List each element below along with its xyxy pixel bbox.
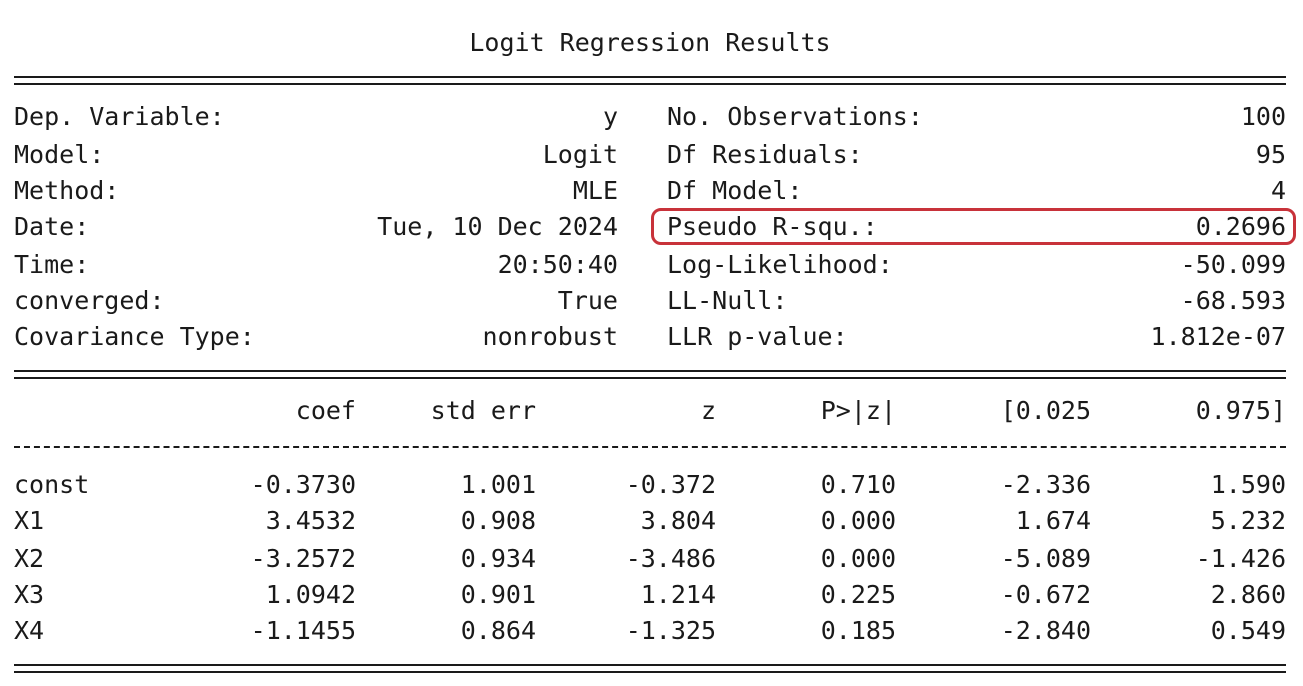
coef-value: -1.426 [1195,544,1286,573]
coef-value: 0.710 [820,470,896,499]
coef-header: std err [430,396,536,425]
info-left-label: converged: [14,286,165,315]
info-left-label: Method: [14,176,120,205]
pseudo-r-squared-highlight [651,208,1296,245]
info-right-value: -68.593 [1180,286,1286,315]
coef-header: P>|z| [820,396,896,425]
coef-value: 3.804 [640,506,716,535]
coef-header: coef [295,396,356,425]
info-left-value: 20:50:40 [497,250,618,279]
coef-header: z [700,396,716,425]
info-left-label: Covariance Type: [14,322,255,351]
info-right-label: Df Residuals: [667,140,863,169]
info-left-value: y [602,102,618,131]
info-left-value: Logit [542,140,618,169]
coef-value: -2.336 [1000,470,1091,499]
coef-value: -0.372 [625,470,716,499]
dashed-rule [14,446,1286,448]
coef-value: 0.000 [820,506,896,535]
info-left-label: Time: [14,250,90,279]
info-right-value: 1.812e-07 [1150,322,1286,351]
info-right-label: Log-Likelihood: [667,250,893,279]
double-rule-bottom [14,664,1286,673]
variable-name: const [14,470,90,499]
info-left-label: Model: [14,140,105,169]
double-rule-middle [14,370,1286,379]
coef-value: 0.934 [460,544,536,573]
info-left-label: Dep. Variable: [14,102,225,131]
info-right-label: LLR p-value: [667,322,848,351]
coef-value: 5.232 [1210,506,1286,535]
coef-value: -1.325 [625,616,716,645]
coef-value: 1.001 [460,470,536,499]
variable-name: X4 [14,616,45,645]
coef-value: 0.225 [820,580,896,609]
coef-value: 0.549 [1210,616,1286,645]
coef-value: -1.1455 [250,616,356,645]
info-right-label: LL-Null: [667,286,788,315]
coef-value: 3.4532 [265,506,356,535]
double-rule-top [14,76,1286,85]
coef-value: 1.0942 [265,580,356,609]
info-right-value: 100 [1240,102,1286,131]
coef-value: 0.864 [460,616,536,645]
info-left-value: nonrobust [482,322,618,351]
info-left-label: Date: [14,212,90,241]
info-right-label: No. Observations: [667,102,923,131]
coef-value: 1.674 [1015,506,1091,535]
info-left-value: MLE [572,176,618,205]
info-right-label: Df Model: [667,176,803,205]
coef-value: -2.840 [1000,616,1091,645]
results-title: Logit Regression Results [469,28,831,57]
coef-value: 0.901 [460,580,536,609]
coef-header: [0.025 [1000,396,1091,425]
coef-value: -0.3730 [250,470,356,499]
variable-name: X1 [14,506,45,535]
coef-value: 0.908 [460,506,536,535]
coef-value: 0.000 [820,544,896,573]
coef-value: 2.860 [1210,580,1286,609]
coef-value: 1.214 [640,580,716,609]
coef-value: -3.2572 [250,544,356,573]
coef-value: -3.486 [625,544,716,573]
info-right-value: 4 [1270,176,1286,205]
coef-value: -5.089 [1000,544,1091,573]
coef-value: 0.185 [820,616,896,645]
coef-value: -0.672 [1000,580,1091,609]
info-left-value: True [557,286,618,315]
variable-name: X2 [14,544,45,573]
variable-name: X3 [14,580,45,609]
coef-value: 1.590 [1210,470,1286,499]
info-right-value: -50.099 [1180,250,1286,279]
coef-header: 0.975] [1195,396,1286,425]
info-left-value: Tue, 10 Dec 2024 [377,212,618,241]
info-right-value: 95 [1255,140,1286,169]
